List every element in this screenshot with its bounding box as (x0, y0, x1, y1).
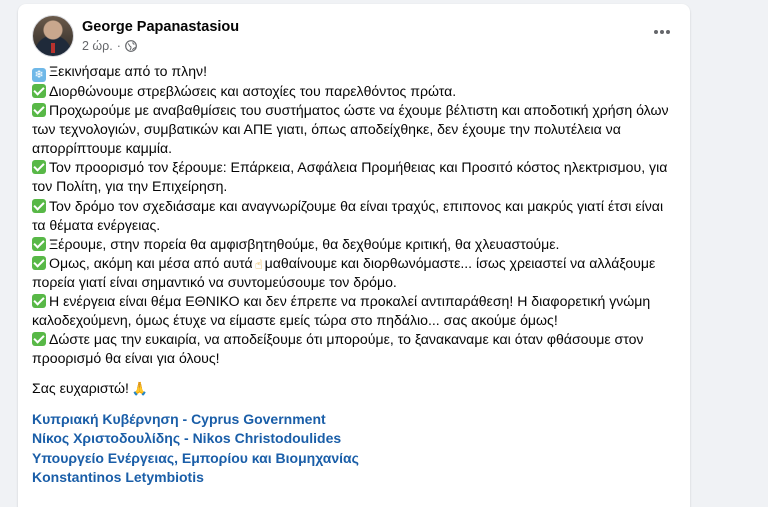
thanks-line: Σας ευχαριστώ! 🙏 (32, 379, 672, 398)
tag-link-ministry-of-energy[interactable]: Υπουργείο Ενέργειας, Εμπορίου και Βιομηχ… (32, 449, 672, 469)
post-line: Προχωρούμε με αναβαθμίσεις του συστήματο… (32, 101, 672, 158)
post-line: Δώστε μας την ευκαιρία, να αποδείξουμε ό… (32, 330, 672, 368)
tag-link-konstantinos-letymbiotis[interactable]: Konstantinos Letymbiotis (32, 468, 672, 488)
check-mark-icon (32, 198, 46, 213)
post-line: Η ενέργεια είναι θέμα ΕΘΝΙΚΟ και δεν έπρ… (32, 292, 672, 330)
post-line: Διορθώνουμε στρεβλώσεις και αστοχίες του… (32, 82, 672, 101)
more-options-button[interactable] (648, 22, 676, 42)
check-mark-icon (32, 103, 46, 118)
post-line: Ομως, ακόμη και μέσα από αυτά ☝ μαθαίνουμε… (32, 254, 672, 292)
check-mark-icon (32, 294, 46, 309)
post-card: George Papanastasiou 2 ώρ. · ❄ Ξεκινήσαμ… (18, 4, 690, 507)
snowflake-icon: ❄ (32, 68, 46, 82)
check-mark-icon (32, 332, 46, 347)
tag-link-nikos-christodoulides[interactable]: Νίκος Χριστοδουλίδης - Nikos Christodoul… (32, 429, 672, 449)
folded-hands-icon: 🙏 (131, 381, 149, 397)
post-line: Τον προορισμό τον ξέρουμε: Επάρκεια, Ασφ… (32, 158, 672, 196)
right-gutter (690, 0, 768, 507)
more-horizontal-icon (654, 30, 670, 34)
check-mark-icon (32, 255, 46, 270)
check-mark-icon (32, 84, 46, 98)
line-text: Διορθώνουμε στρεβλώσεις και αστοχίες του… (49, 83, 457, 99)
line-text: Ξέρουμε, στην πορεία θα αμφισβητηθούμε, … (49, 235, 560, 252)
avatar[interactable] (32, 15, 74, 57)
meta-separator: · (116, 39, 121, 53)
thanks-text: Σας ευχαριστώ! (32, 380, 129, 397)
page: George Papanastasiou 2 ώρ. · ❄ Ξεκινήσαμ… (0, 0, 768, 507)
post-line: Ξέρουμε, στην πορεία θα αμφισβητηθούμε, … (32, 235, 672, 254)
post-line: ❄ Ξεκινήσαμε από το πλην! (32, 62, 672, 82)
avatar-tie (51, 43, 55, 53)
tag-link-cyprus-government[interactable]: Κυπριακή Κυβέρνηση - Cyprus Government (32, 410, 672, 430)
line-text: Ομως, ακόμη και μέσα από αυτά (49, 254, 253, 271)
line-text: Τον προορισμό τον ξέρουμε: Επάρκεια, Ασφ… (32, 159, 668, 195)
post-header: George Papanastasiou 2 ώρ. · (32, 15, 239, 57)
post-body: ❄ Ξεκινήσαμε από το πλην! Διορθώνουμε στρ… (32, 62, 672, 488)
line-text: Προχωρούμε με αναβαθμίσεις του συστήματο… (32, 102, 669, 157)
author-name[interactable]: George Papanastasiou (82, 18, 239, 36)
left-gutter (0, 0, 18, 507)
line-text: Τον δρόμο τον σχεδιάσαμε και αναγνωρίζου… (32, 197, 664, 233)
pointing-up-hand-icon: ☝ (254, 256, 263, 272)
line-text: Ξεκινήσαμε από το πλην! (49, 63, 207, 79)
post-line: Τον δρόμο τον σχεδιάσαμε και αναγνωρίζου… (32, 197, 672, 235)
line-text: Δώστε μας την ευκαιρία, να αποδείξουμε ό… (32, 331, 644, 367)
globe-icon[interactable] (125, 40, 137, 52)
check-mark-icon (32, 160, 46, 175)
post-timestamp[interactable]: 2 ώρ. (82, 38, 113, 54)
check-mark-icon (32, 236, 46, 251)
post-meta: 2 ώρ. · (82, 38, 239, 54)
author-block: George Papanastasiou 2 ώρ. · (82, 18, 239, 54)
line-text: Η ενέργεια είναι θέμα ΕΘΝΙΚΟ και δεν έπρ… (32, 293, 651, 329)
